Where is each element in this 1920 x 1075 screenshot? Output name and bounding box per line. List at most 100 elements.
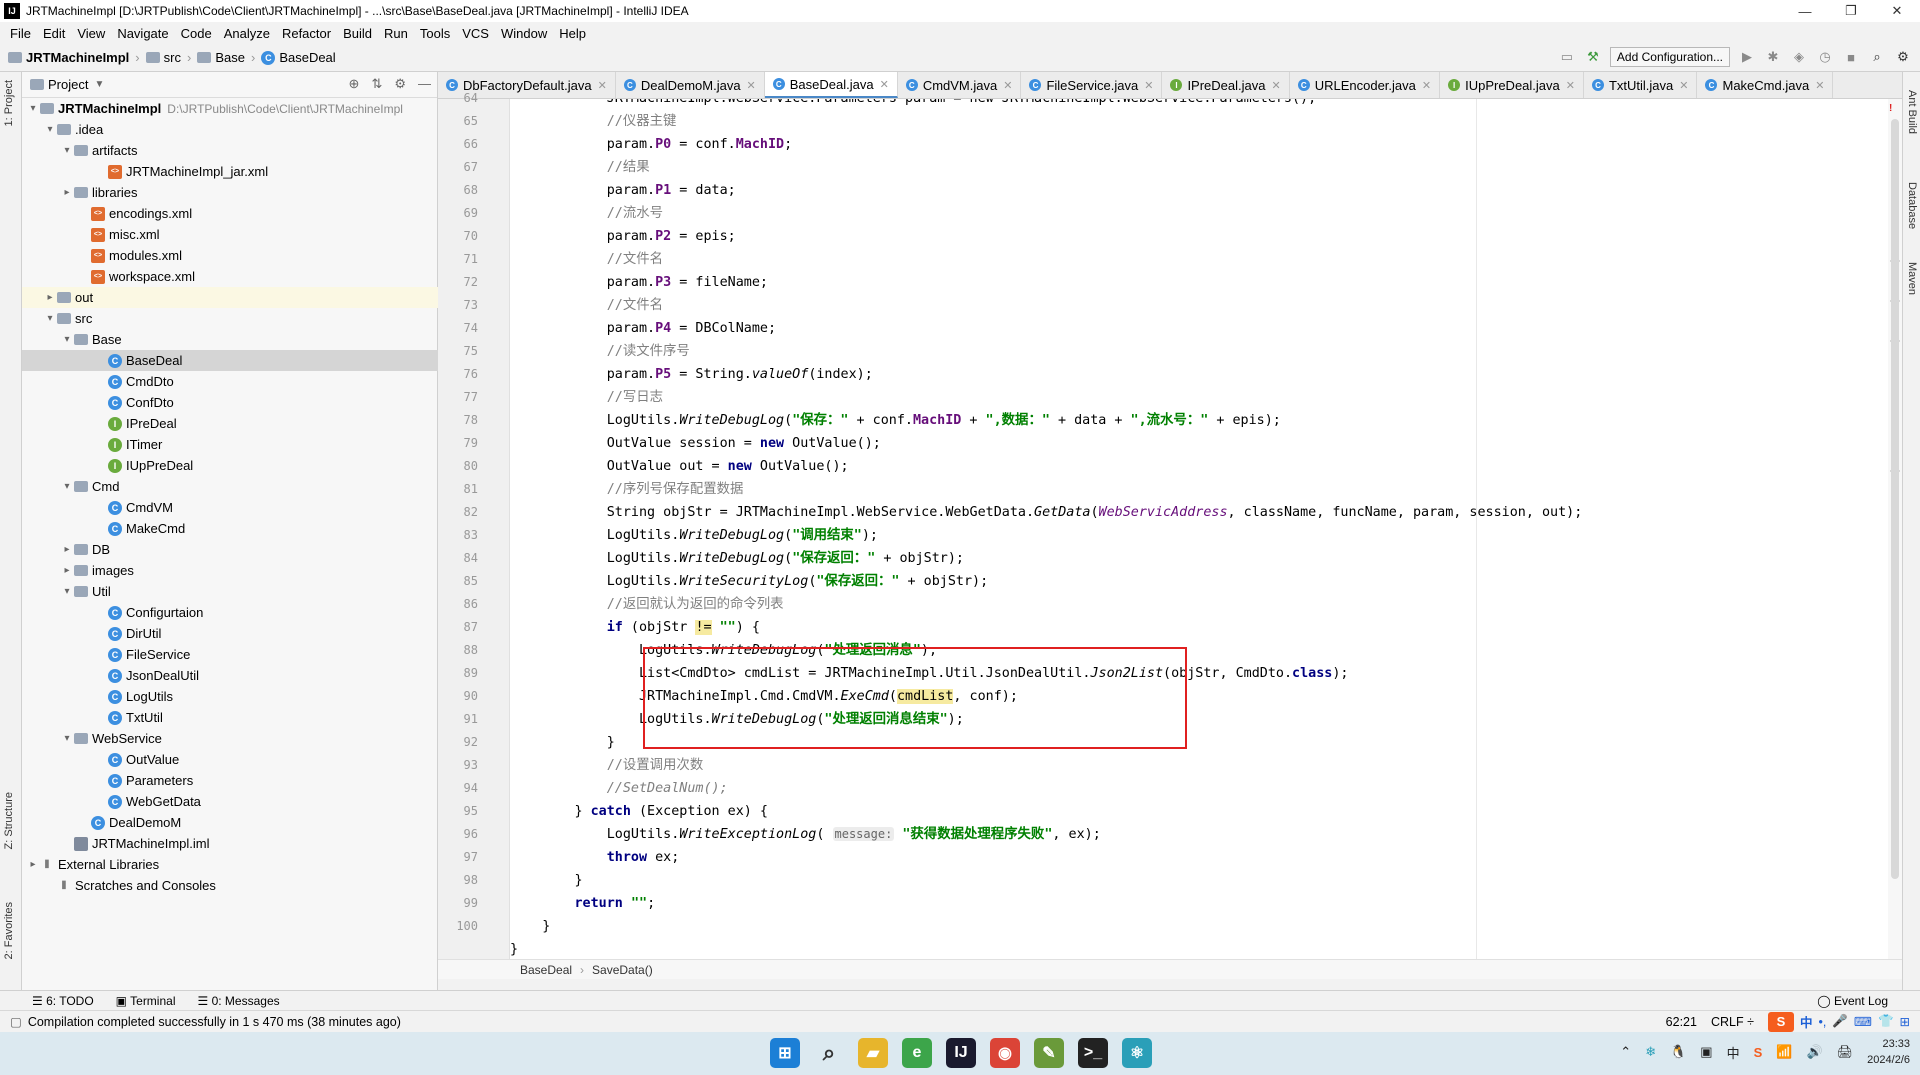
- editor-tab[interactable]: C BaseDeal.java ✕: [764, 72, 898, 98]
- close-icon[interactable]: ✕: [1271, 79, 1280, 92]
- editor-breadcrumb-method[interactable]: SaveData(): [592, 963, 653, 977]
- ime-keyboard-icon[interactable]: ⌨: [1854, 1014, 1872, 1029]
- close-icon[interactable]: ✕: [598, 79, 607, 92]
- run-icon[interactable]: ▶: [1738, 48, 1756, 66]
- tree-item[interactable]: C CmdVM: [22, 497, 438, 518]
- line-separator[interactable]: CRLF ÷: [1711, 1015, 1754, 1029]
- ime-skin-icon[interactable]: 👕: [1878, 1014, 1894, 1029]
- code-content[interactable]: JRTMachineImpl.WebService.Parameters par…: [510, 99, 1582, 959]
- code-line[interactable]: //设置调用次数: [510, 754, 1582, 777]
- code-line[interactable]: OutValue out = new OutValue();: [510, 455, 1582, 478]
- tree-item[interactable]: ▾ artifacts: [22, 140, 438, 161]
- tree-item[interactable]: C TxtUtil: [22, 707, 438, 728]
- tree-item[interactable]: ▸ ⫼ External Libraries: [22, 854, 438, 875]
- tray-sogou-icon[interactable]: S: [1754, 1045, 1763, 1060]
- maven-tab[interactable]: Maven: [1906, 262, 1918, 295]
- tree-item[interactable]: ▸ DB: [22, 539, 438, 560]
- code-line[interactable]: //读文件序号: [510, 340, 1582, 363]
- tree-item[interactable]: C LogUtils: [22, 686, 438, 707]
- tree-item[interactable]: <> JRTMachineImpl_jar.xml: [22, 161, 438, 182]
- settings-icon[interactable]: ⚙: [1894, 48, 1912, 66]
- menu-code[interactable]: Code: [175, 26, 218, 41]
- tree-item[interactable]: C ConfDto: [22, 392, 438, 413]
- tree-item[interactable]: ▾ src: [22, 308, 438, 329]
- ime-grid-icon[interactable]: ⊞: [1900, 1014, 1910, 1029]
- chrome-icon[interactable]: ◉: [990, 1038, 1020, 1068]
- stop-icon[interactable]: ■: [1842, 48, 1860, 66]
- structure-tool-tab[interactable]: Z: Structure: [3, 792, 15, 849]
- close-icon[interactable]: ✕: [1566, 79, 1575, 92]
- close-icon[interactable]: ✕: [747, 79, 756, 92]
- code-line[interactable]: JRTMachineImpl.WebService.Parameters par…: [510, 99, 1582, 110]
- code-line[interactable]: //文件名: [510, 248, 1582, 271]
- file-explorer-icon[interactable]: ▰: [858, 1038, 888, 1068]
- menu-file[interactable]: File: [4, 26, 37, 41]
- menu-tools[interactable]: Tools: [414, 26, 456, 41]
- editor-tab[interactable]: C FileService.java ✕: [1021, 72, 1163, 98]
- favorites-tool-tab[interactable]: 2: Favorites: [3, 902, 15, 959]
- minimize-button[interactable]: —: [1782, 0, 1828, 22]
- tree-item[interactable]: JRTMachineImpl.iml: [22, 833, 438, 854]
- status-panel-icon[interactable]: ▢: [10, 1014, 22, 1029]
- breadcrumb-file[interactable]: BaseDeal: [279, 50, 335, 65]
- tray-app-icon[interactable]: ❄: [1645, 1044, 1656, 1060]
- code-line[interactable]: param.P4 = DBColName;: [510, 317, 1582, 340]
- chevron-down-icon[interactable]: ▾: [60, 145, 74, 156]
- code-line[interactable]: //序列号保存配置数据: [510, 478, 1582, 501]
- search-icon[interactable]: ⌕: [814, 1038, 844, 1068]
- volume-icon[interactable]: 🔊: [1806, 1044, 1822, 1060]
- menu-vcs[interactable]: VCS: [456, 26, 495, 41]
- tree-item[interactable]: ▸ libraries: [22, 182, 438, 203]
- locate-icon[interactable]: ⊕: [349, 76, 360, 92]
- menu-navigate[interactable]: Navigate: [111, 26, 174, 41]
- ant-build-tab[interactable]: Ant Build: [1906, 90, 1918, 134]
- menu-run[interactable]: Run: [378, 26, 414, 41]
- tree-item[interactable]: ▸ images: [22, 560, 438, 581]
- editor-scrollbar[interactable]: [1888, 99, 1902, 959]
- code-line[interactable]: LogUtils.WriteDebugLog("保存：" + conf.Mach…: [510, 409, 1582, 432]
- code-line[interactable]: LogUtils.WriteDebugLog("保存返回：" + objStr)…: [510, 547, 1582, 570]
- tree-item[interactable]: C FileService: [22, 644, 438, 665]
- code-line[interactable]: if (objStr != "") {: [510, 616, 1582, 639]
- tree-item[interactable]: C BaseDeal: [22, 350, 438, 371]
- gear-icon[interactable]: ⚙: [394, 76, 406, 92]
- chevron-down-icon[interactable]: ▾: [26, 103, 40, 114]
- editor-tab[interactable]: C CmdVM.java ✕: [898, 72, 1022, 98]
- editor-tab[interactable]: I IUpPreDeal.java ✕: [1440, 72, 1584, 98]
- chevron-right-icon[interactable]: ▸: [26, 859, 40, 870]
- code-line[interactable]: return "";: [510, 892, 1582, 915]
- tree-item[interactable]: ▾ Util: [22, 581, 438, 602]
- profile-icon[interactable]: ◷: [1816, 48, 1834, 66]
- layout-icon[interactable]: ▭: [1558, 48, 1576, 66]
- notepad-icon[interactable]: ✎: [1034, 1038, 1064, 1068]
- collapse-all-icon[interactable]: ⇅: [371, 76, 382, 92]
- code-line[interactable]: //返回就认为返回的命令列表: [510, 593, 1582, 616]
- tree-item[interactable]: <> encodings.xml: [22, 203, 438, 224]
- chevron-down-icon[interactable]: ▾: [43, 313, 57, 324]
- tree-item[interactable]: ▾ .idea: [22, 119, 438, 140]
- code-line[interactable]: param.P1 = data;: [510, 179, 1582, 202]
- close-icon[interactable]: ✕: [1679, 79, 1688, 92]
- code-line[interactable]: param.P0 = conf.MachID;: [510, 133, 1582, 156]
- menu-view[interactable]: View: [71, 26, 111, 41]
- project-tool-tab[interactable]: 1: Project: [3, 80, 15, 126]
- code-line[interactable]: param.P3 = fileName;: [510, 271, 1582, 294]
- sogou-input-icon[interactable]: S: [1767, 1011, 1794, 1032]
- printer-icon[interactable]: 🖨: [1837, 1044, 1854, 1060]
- close-icon[interactable]: ✕: [1003, 79, 1012, 92]
- editor-tab[interactable]: C DealDemoM.java ✕: [616, 72, 765, 98]
- ime-punctuation-icon[interactable]: •,: [1818, 1015, 1826, 1029]
- tree-item[interactable]: ▾ Cmd: [22, 476, 438, 497]
- tree-item[interactable]: C Parameters: [22, 770, 438, 791]
- chevron-down-icon[interactable]: ▼: [94, 79, 104, 90]
- tree-item[interactable]: ▾ WebService: [22, 728, 438, 749]
- todo-tab[interactable]: ☰ 6: TODO: [32, 994, 94, 1008]
- event-log-tab[interactable]: ◯ Event Log: [1817, 994, 1888, 1008]
- tree-item[interactable]: ▾ Base: [22, 329, 438, 350]
- code-line[interactable]: }: [510, 869, 1582, 892]
- editor-tab[interactable]: C MakeCmd.java ✕: [1697, 72, 1834, 98]
- tree-item[interactable]: C MakeCmd: [22, 518, 438, 539]
- editor-breadcrumb-class[interactable]: BaseDeal: [520, 963, 572, 977]
- code-line[interactable]: LogUtils.WriteDebugLog("调用结束");: [510, 524, 1582, 547]
- chevron-right-icon[interactable]: ▸: [60, 544, 74, 555]
